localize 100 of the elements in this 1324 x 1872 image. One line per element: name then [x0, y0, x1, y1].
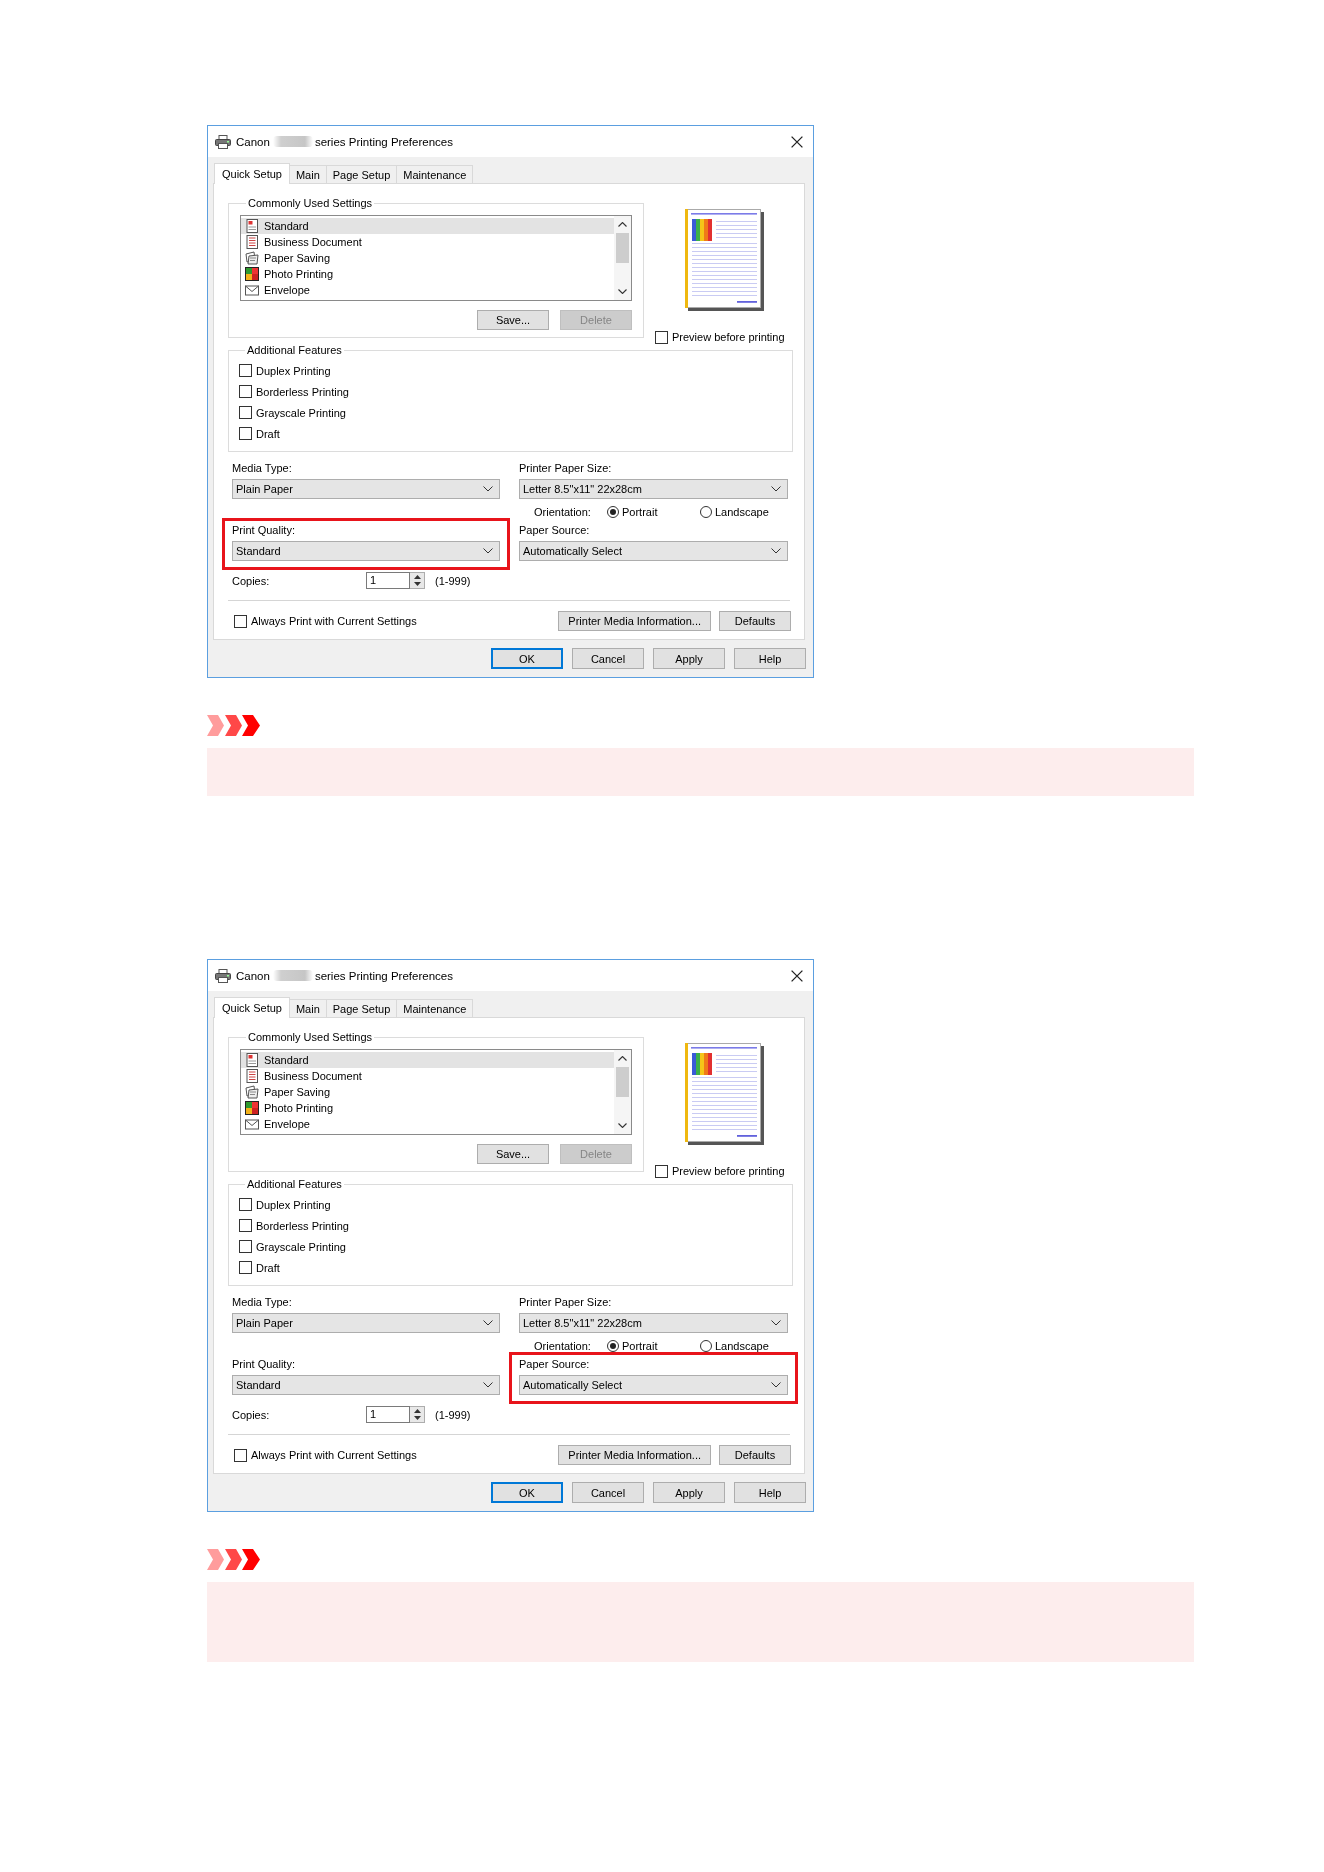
- copies-input[interactable]: 1: [366, 1406, 410, 1423]
- save-button[interactable]: Save...: [477, 1144, 549, 1164]
- close-button[interactable]: [791, 135, 803, 148]
- apply-button[interactable]: Apply: [653, 648, 725, 669]
- pages-icon: [245, 251, 259, 265]
- dropdown[interactable]: Plain Paper: [232, 479, 500, 499]
- checkbox[interactable]: [655, 1164, 668, 1178]
- help-button[interactable]: Help: [734, 1482, 806, 1503]
- list-item[interactable]: Paper Saving: [241, 1084, 614, 1100]
- dropdown[interactable]: Automatically Select: [519, 1375, 788, 1395]
- chevron-down-icon: [483, 548, 493, 554]
- defaults-button[interactable]: Defaults: [719, 1445, 791, 1465]
- chevron-down-icon: [483, 1382, 493, 1388]
- checkbox-label: Draft: [256, 1261, 280, 1274]
- ok-button[interactable]: OK: [491, 648, 563, 669]
- blurred-text-block: [272, 970, 313, 981]
- checkbox-label: Duplex Printing: [256, 364, 331, 377]
- checkbox[interactable]: [239, 406, 252, 419]
- field-label: Copies:: [232, 574, 271, 587]
- cancel-button[interactable]: Cancel: [572, 648, 644, 669]
- field-label: Media Type:: [232, 1296, 293, 1309]
- close-icon: [791, 135, 803, 148]
- scrollbar[interactable]: [614, 216, 631, 300]
- dropdown[interactable]: Standard: [232, 1375, 500, 1395]
- pages-icon: [245, 1085, 259, 1099]
- photo-icon: [245, 267, 259, 281]
- dropdown[interactable]: Letter 8.5"x11" 22x28cm: [519, 1313, 788, 1333]
- close-icon: [791, 969, 803, 982]
- printer-icon: [215, 134, 231, 149]
- list-item[interactable]: Standard: [241, 1052, 614, 1068]
- group-label: Commonly Used Settings: [247, 1031, 374, 1044]
- checkbox-label: Always Print with Current Settings: [251, 615, 417, 627]
- document-text-icon: [245, 1069, 259, 1083]
- checkbox-label: Borderless Printing: [256, 385, 349, 398]
- checkbox[interactable]: [239, 427, 252, 440]
- save-button[interactable]: Save...: [477, 310, 549, 330]
- radio-label: Landscape: [715, 506, 769, 518]
- ok-button[interactable]: OK: [491, 1482, 563, 1503]
- warning-chevrons-icon: [207, 1549, 260, 1570]
- checkbox-label: Preview before printing: [672, 1165, 785, 1177]
- tab[interactable]: Page Setup: [325, 999, 398, 1017]
- list-item[interactable]: Business Document: [241, 1068, 614, 1084]
- tab[interactable]: Maintenance: [396, 999, 474, 1017]
- list-item[interactable]: Photo Printing: [241, 1100, 614, 1116]
- checkbox[interactable]: [239, 1261, 252, 1274]
- media-info-button[interactable]: Printer Media Information...: [558, 1445, 711, 1465]
- close-button[interactable]: [791, 969, 803, 982]
- cancel-button[interactable]: Cancel: [572, 1482, 644, 1503]
- checkbox[interactable]: [239, 1198, 252, 1211]
- field-label: Orientation:: [534, 506, 592, 518]
- dropdown[interactable]: Automatically Select: [519, 541, 788, 561]
- radio-button[interactable]: [700, 1340, 712, 1352]
- tab[interactable]: Quick Setup: [214, 997, 290, 1018]
- checkbox[interactable]: [234, 1448, 247, 1462]
- dropdown[interactable]: Plain Paper: [232, 1313, 500, 1333]
- field-label: Copies:: [232, 1408, 271, 1421]
- tab[interactable]: Quick Setup: [214, 163, 290, 184]
- dropdown[interactable]: Standard: [232, 541, 500, 561]
- help-button[interactable]: Help: [734, 648, 806, 669]
- chevron-down-icon: [483, 486, 493, 492]
- radio-button[interactable]: [700, 506, 712, 518]
- list-item[interactable]: Business Document: [241, 234, 614, 250]
- envelope-icon: [245, 283, 259, 297]
- media-info-button[interactable]: Printer Media Information...: [558, 611, 711, 631]
- scrollbar-thumb[interactable]: [616, 1067, 629, 1097]
- blurred-text-block: [272, 136, 313, 147]
- group-label: Additional Features: [246, 344, 343, 357]
- list-item[interactable]: Photo Printing: [241, 266, 614, 282]
- scrollbar[interactable]: [614, 1050, 631, 1134]
- list-item[interactable]: Envelope: [241, 282, 614, 298]
- checkbox[interactable]: [234, 614, 247, 628]
- document-image-icon: [245, 219, 259, 233]
- scrollbar-thumb[interactable]: [616, 233, 629, 263]
- list-item[interactable]: Standard: [241, 218, 614, 234]
- checkbox-label: Duplex Printing: [256, 1198, 331, 1211]
- checkbox[interactable]: [655, 330, 668, 344]
- photo-icon: [245, 1101, 259, 1115]
- checkbox[interactable]: [239, 1240, 252, 1253]
- list-item[interactable]: Envelope: [241, 1116, 614, 1132]
- field-label: Print Quality:: [232, 1358, 296, 1371]
- checkbox[interactable]: [239, 364, 252, 377]
- maker-name: Canon: [236, 969, 270, 982]
- spin-button[interactable]: [410, 1406, 425, 1423]
- apply-button[interactable]: Apply: [653, 1482, 725, 1503]
- field-label: Orientation:: [534, 1340, 592, 1352]
- copies-input[interactable]: 1: [366, 572, 410, 589]
- radio-button[interactable]: [607, 506, 619, 518]
- defaults-button[interactable]: Defaults: [719, 611, 791, 631]
- chevron-down-icon: [483, 1320, 493, 1326]
- dropdown[interactable]: Letter 8.5"x11" 22x28cm: [519, 479, 788, 499]
- checkbox-label: Grayscale Printing: [256, 1240, 346, 1253]
- radio-button[interactable]: [607, 1340, 619, 1352]
- tab[interactable]: Maintenance: [396, 165, 474, 183]
- checkbox[interactable]: [239, 385, 252, 398]
- up-down-arrows-icon: [413, 575, 421, 586]
- tab[interactable]: Page Setup: [325, 165, 398, 183]
- spin-button[interactable]: [410, 572, 425, 589]
- field-label: Printer Paper Size:: [519, 1296, 613, 1309]
- checkbox[interactable]: [239, 1219, 252, 1232]
- list-item[interactable]: Paper Saving: [241, 250, 614, 266]
